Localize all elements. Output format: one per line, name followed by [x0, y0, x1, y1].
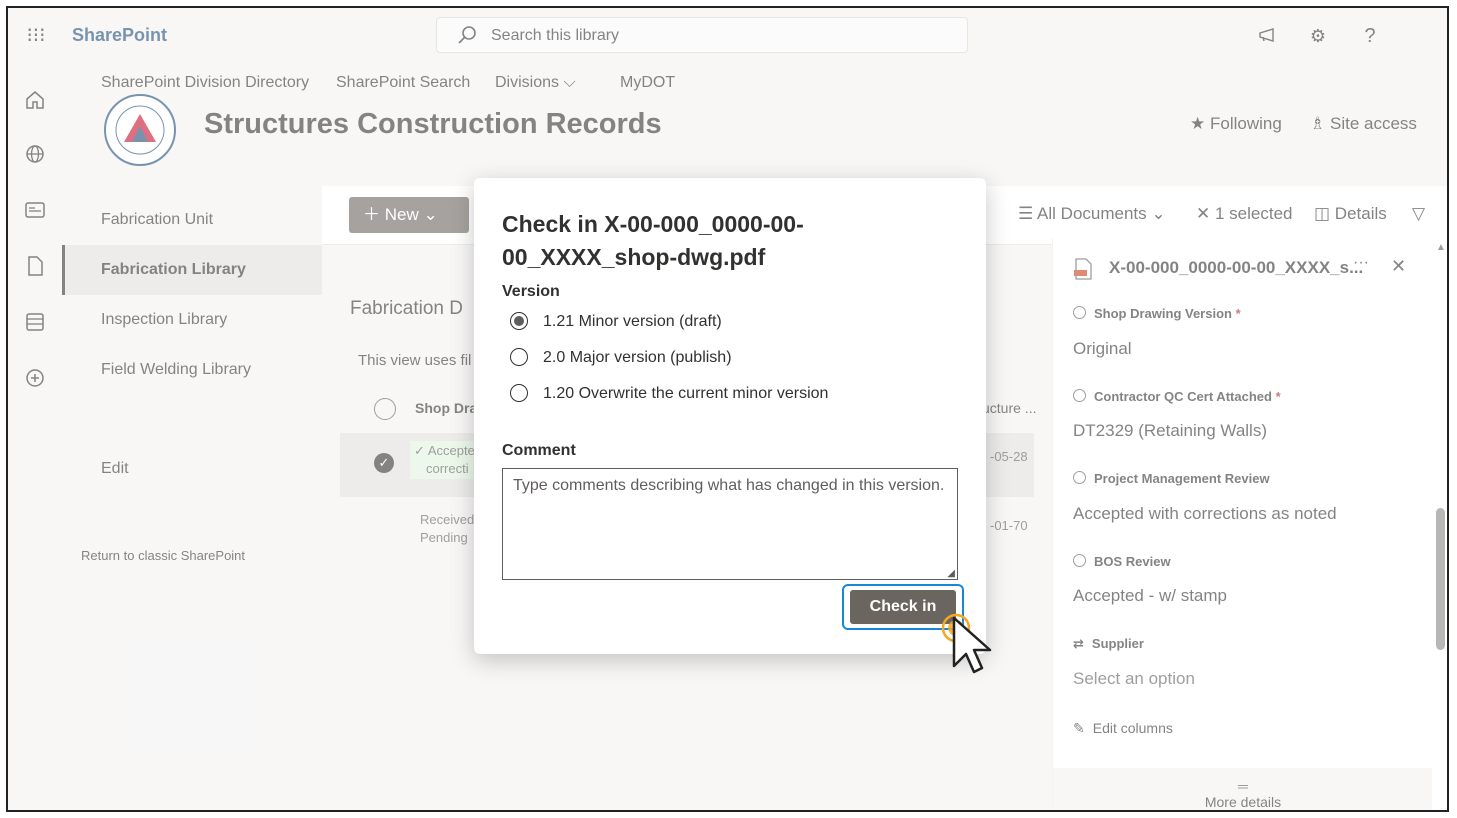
browser-frame: ⁝⁝⁝ SharePoint Search this library ⚙ ? S… [6, 6, 1449, 812]
radio-label: 1.21 Minor version (draft) [543, 313, 722, 330]
dialog-title: Check in X-00-000_0000-00-00_XXXX_shop-d… [502, 211, 804, 270]
radio-button-selected[interactable] [510, 312, 528, 330]
mouse-cursor-icon [941, 613, 992, 674]
resize-grip-icon[interactable]: ◢ [947, 568, 955, 579]
radio-label: 2.0 Major version (publish) [543, 349, 732, 366]
radio-label: 1.20 Overwrite the current minor version [543, 385, 829, 402]
check-in-dialog: Check in X-00-000_0000-00-00_XXXX_shop-d… [474, 178, 992, 674]
comment-label: Comment [502, 442, 576, 459]
radio-button[interactable] [510, 384, 528, 402]
comment-placeholder: Type comments describing what has change… [513, 477, 945, 494]
radio-button[interactable] [510, 348, 528, 366]
comment-textarea[interactable]: Type comments describing what has change… [502, 468, 958, 580]
version-label: Version [502, 283, 560, 300]
